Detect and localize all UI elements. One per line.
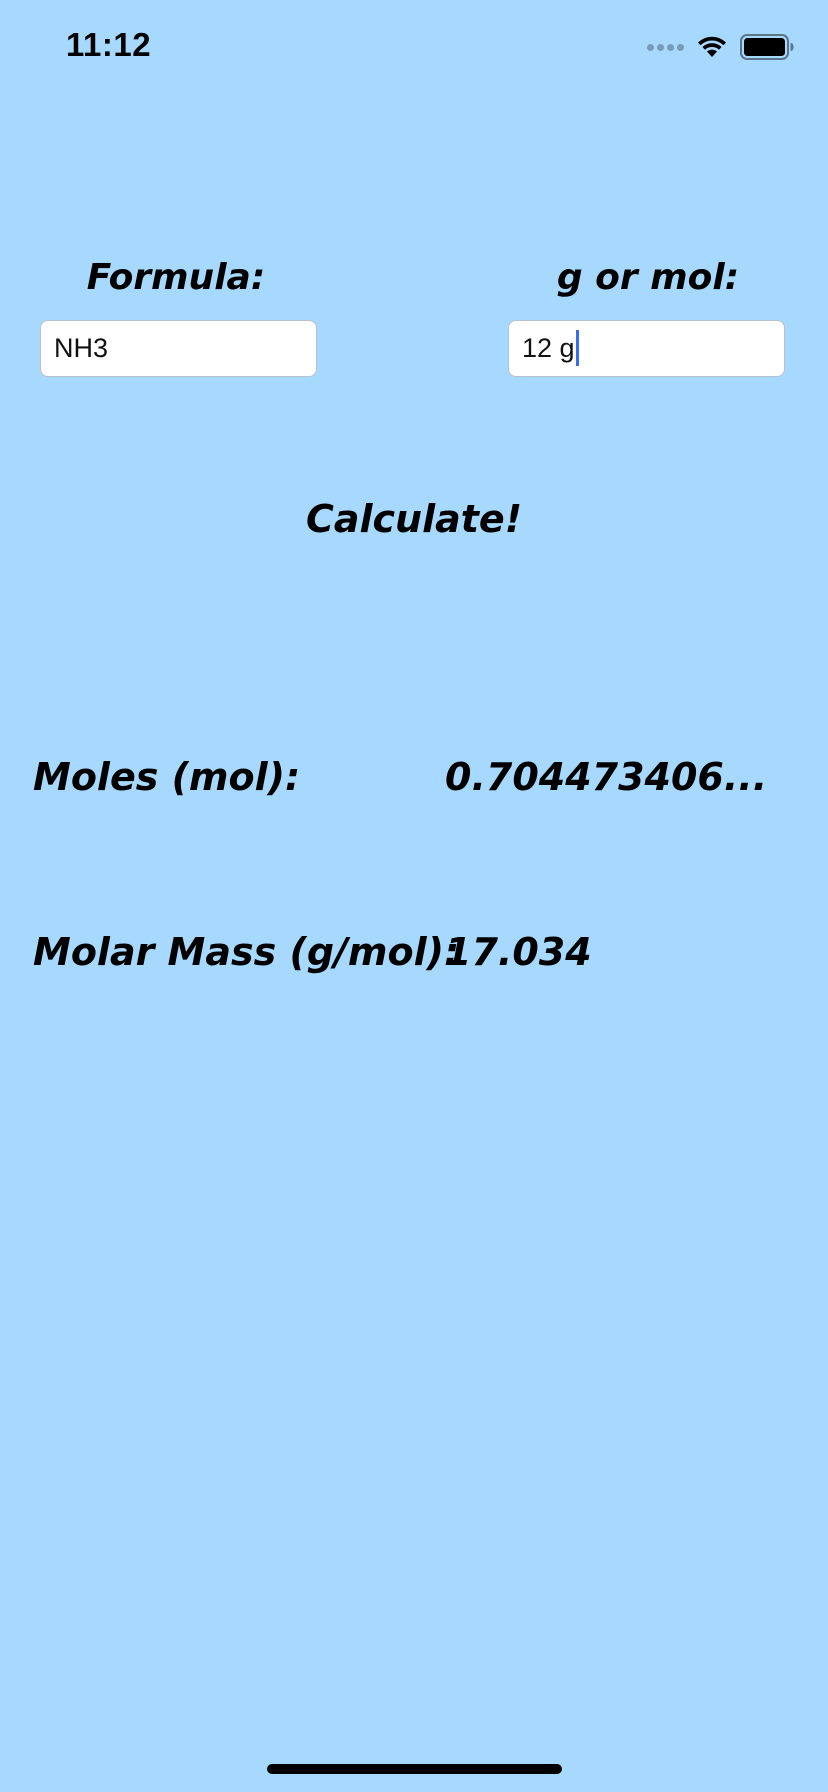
moles-label: Moles (mol): — [33, 755, 301, 799]
status-bar: 11:12 — [0, 0, 828, 100]
status-time: 11:12 — [66, 26, 152, 63]
cellular-signal-icon — [647, 43, 684, 51]
formula-label: Formula: — [86, 257, 266, 298]
battery-icon — [740, 34, 794, 60]
home-indicator[interactable] — [267, 1764, 562, 1774]
status-icons — [647, 34, 794, 60]
formula-input-value: NH3 — [54, 333, 109, 363]
molar-mass-value: 17.034 — [445, 930, 592, 974]
molar-mass-label: Molar Mass (g/mol): — [33, 930, 460, 974]
amount-label: g or mol: — [556, 257, 740, 298]
moles-value: 0.704473406... — [445, 755, 768, 799]
formula-input[interactable]: NH3 — [40, 320, 317, 377]
amount-input-value: 12 g — [522, 333, 575, 363]
calculate-button[interactable]: Calculate! — [0, 497, 828, 541]
wifi-icon — [698, 36, 726, 57]
text-cursor — [575, 329, 579, 366]
amount-input[interactable]: 12 g — [508, 320, 785, 377]
